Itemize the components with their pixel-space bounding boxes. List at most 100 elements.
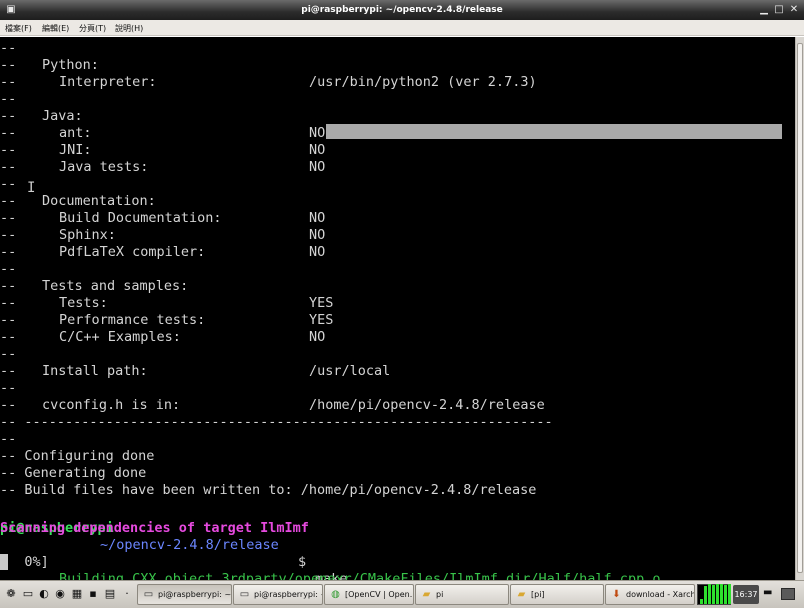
config-label: C/C++ Examples: xyxy=(59,329,181,345)
terminal-cursor xyxy=(0,554,8,570)
close-icon[interactable]: ✕ xyxy=(787,3,801,17)
line-prefix: -- Configuring done xyxy=(0,448,155,464)
desktop-icon[interactable]: ▦ xyxy=(70,587,84,601)
config-value: NO xyxy=(309,329,326,345)
config-label: Build Documentation: xyxy=(59,210,222,226)
config-value: NO xyxy=(309,142,326,158)
config-value: /usr/bin/python2 (ver 2.7.3) xyxy=(309,74,537,90)
menu-tabs[interactable]: 分頁(T) xyxy=(79,23,106,34)
terminal-output[interactable]: -- -- Python: -- Interpreter:/usr/bin/python… xyxy=(0,37,795,580)
config-value: NO xyxy=(309,227,326,243)
task-terminal-2[interactable]: ▭ pi@raspberrypi: ~ xyxy=(233,584,323,605)
line-prefix: -- Build files have been written to: /ho… xyxy=(0,482,537,498)
config-label: PdfLaTeX compiler: xyxy=(59,244,206,260)
line-prefix: -- xyxy=(0,329,17,345)
line-prefix: -- Generating done xyxy=(0,465,147,481)
line-prefix: -- xyxy=(0,397,17,413)
line-prefix: -- xyxy=(0,108,17,124)
terminal-icon: ▭ xyxy=(143,589,154,600)
task-xarchiver[interactable]: ⬇ download - Xarchi... xyxy=(605,584,695,605)
line-prefix: -- -------------------------------------… xyxy=(0,414,553,430)
config-value: YES xyxy=(309,295,334,311)
terminal-scrollbar[interactable] xyxy=(795,37,804,580)
raspberry-menu-icon[interactable]: ❁ xyxy=(4,587,18,601)
file-manager-launch-icon[interactable]: ▭ xyxy=(21,587,35,601)
config-value: NO xyxy=(309,159,326,175)
text-cursor-icon: I xyxy=(27,180,36,196)
workspace-icon[interactable]: ▪ xyxy=(86,587,100,601)
line-prefix: -- xyxy=(0,261,17,277)
line-prefix: -- xyxy=(0,244,17,260)
config-label: JNI: xyxy=(59,142,92,158)
config-label: Interpreter: xyxy=(59,74,157,90)
config-label: Tests and samples: xyxy=(42,278,189,294)
config-label: cvconfig.h is in: xyxy=(42,397,181,413)
prompt-symbol: $ xyxy=(298,554,307,570)
task-label: pi xyxy=(436,590,444,599)
line-prefix: -- xyxy=(0,295,17,311)
line-prefix: -- xyxy=(0,74,17,90)
browser-launch-icon[interactable]: ◐ xyxy=(37,587,51,601)
config-label: Performance tests: xyxy=(59,312,206,328)
taskbar: ❁ ▭ ◐ ◉ ▦ ▪ ▤ · ▭ pi@raspberrypi: ~/... … xyxy=(0,580,804,608)
line-prefix: -- xyxy=(0,227,17,243)
minimize-icon[interactable]: ▁ xyxy=(757,3,771,17)
line-prefix: -- xyxy=(0,193,17,209)
shutdown-icon[interactable] xyxy=(781,588,795,600)
task-folder-pi[interactable]: ▰ pi xyxy=(415,584,509,605)
build-message: Building CXX object 3rdparty/openexr/CMa… xyxy=(59,571,661,580)
text-selection-highlight xyxy=(326,124,782,139)
build-progress-line: [ 0%] Building CXX object 3rdparty/opene… xyxy=(0,537,660,580)
prompt-path: ~/opencv-2.4.8/release xyxy=(100,537,279,553)
task-chromium[interactable]: ◍ [OpenCV | Open... xyxy=(324,584,414,605)
config-label: Java tests: xyxy=(59,159,149,175)
line-prefix: -- xyxy=(0,40,17,56)
line-prefix: -- xyxy=(0,210,17,226)
menu-bar: 檔案(F) 編輯(E) 分頁(T) 說明(H) xyxy=(0,20,804,36)
folder-icon: ▰ xyxy=(422,589,431,600)
config-label: Install path: xyxy=(42,363,148,379)
config-label: Java: xyxy=(42,108,83,124)
task-label: download - Xarchi... xyxy=(626,590,694,599)
config-label: Sphinx: xyxy=(59,227,116,243)
line-prefix: -- xyxy=(0,125,17,141)
window-title-bar[interactable]: ▣ pi@raspberrypi: ~/opencv-2.4.8/release… xyxy=(0,0,804,20)
archiver-icon: ⬇ xyxy=(612,589,621,600)
spacer-icon: · xyxy=(125,587,129,600)
config-value: /home/pi/opencv-2.4.8/release xyxy=(309,397,545,413)
screen-lock-icon[interactable]: ▤ xyxy=(103,587,117,601)
line-prefix: -- xyxy=(0,346,17,362)
line-prefix: -- xyxy=(0,57,17,73)
menu-help[interactable]: 說明(H) xyxy=(115,23,143,34)
scrollbar-thumb[interactable] xyxy=(797,43,803,573)
config-value: NO xyxy=(309,125,326,141)
line-prefix: -- xyxy=(0,431,17,447)
line-prefix: -- xyxy=(0,159,17,175)
task-label: pi@raspberrypi: ~/... xyxy=(158,590,232,599)
line-prefix: -- xyxy=(0,380,17,396)
task-label: [OpenCV | Open... xyxy=(345,590,414,599)
line-prefix: -- xyxy=(0,142,17,158)
task-label: pi@raspberrypi: ~ xyxy=(254,590,323,599)
line-prefix: -- xyxy=(0,176,17,192)
clock[interactable]: 16:37 xyxy=(733,585,759,604)
menu-edit[interactable]: 編輯(E) xyxy=(42,23,69,34)
line-prefix: -- xyxy=(0,312,17,328)
task-folder-pi-2[interactable]: ▰ [pi] xyxy=(510,584,604,605)
globe-launch-icon[interactable]: ◉ xyxy=(53,587,67,601)
window-title: pi@raspberrypi: ~/opencv-2.4.8/release xyxy=(301,5,503,15)
task-terminal-1[interactable]: ▭ pi@raspberrypi: ~/... xyxy=(137,584,232,605)
chromium-icon: ◍ xyxy=(331,589,340,600)
config-value: NO xyxy=(309,210,326,226)
cpu-monitor xyxy=(697,584,731,605)
config-value: YES xyxy=(309,312,334,328)
config-label: Python: xyxy=(42,57,99,73)
config-value: /usr/local xyxy=(309,363,391,379)
line-prefix: -- xyxy=(0,278,17,294)
network-icon[interactable]: ▬ xyxy=(763,587,772,598)
scan-message: Scanning dependencies of target IlmImf xyxy=(0,520,309,536)
task-label: [pi] xyxy=(531,590,545,599)
config-label: Tests: xyxy=(59,295,108,311)
maximize-icon[interactable]: □ xyxy=(772,3,786,17)
menu-file[interactable]: 檔案(F) xyxy=(5,23,32,34)
